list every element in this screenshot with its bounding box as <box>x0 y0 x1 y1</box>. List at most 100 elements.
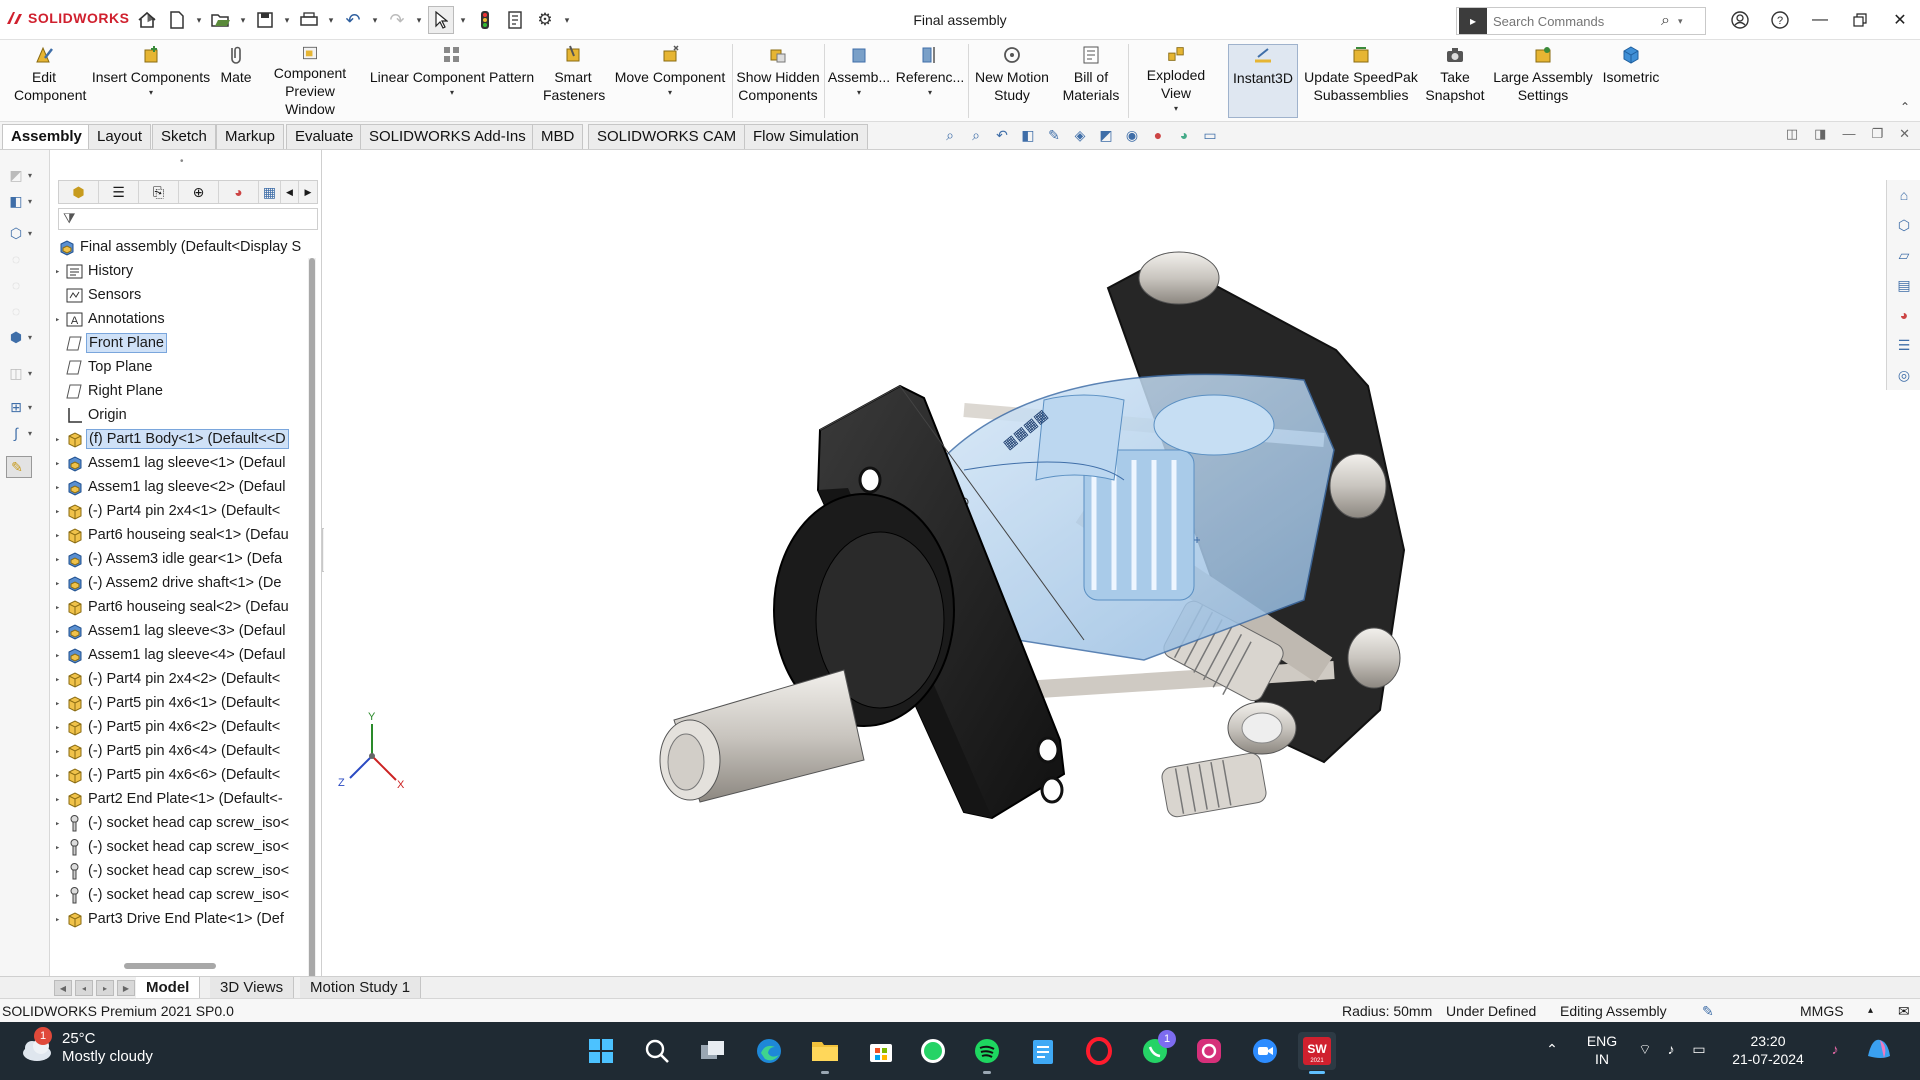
gear-pump-assembly-model[interactable]: ▦▦▦▦ Y X Z <box>324 150 1886 976</box>
tree-item[interactable]: ▸ (-) socket head cap screw_iso< <box>56 884 306 906</box>
expand-arrow-icon[interactable]: ▸ <box>56 428 62 450</box>
wifi-icon[interactable]: ⌔ <box>1634 1040 1656 1058</box>
close-icon[interactable]: ✕ <box>1880 0 1920 40</box>
tab-flow-simulation[interactable]: Flow Simulation <box>744 124 868 149</box>
update-speedpak-button[interactable]: Update SpeedPak Subassemblies <box>1300 44 1422 118</box>
battery-icon[interactable]: ▭ <box>1686 1040 1712 1058</box>
display-manager-tab-icon[interactable]: ◕ <box>219 181 259 203</box>
expand-arrow-icon[interactable]: ▸ <box>56 812 62 834</box>
expand-arrow-icon[interactable]: ▸ <box>56 860 62 882</box>
edit-appearance-icon[interactable]: ● <box>1148 125 1168 145</box>
expand-arrow-icon[interactable]: ▸ <box>56 572 62 594</box>
tree-root-final-assembly[interactable]: Final assembly (Default<Display S <box>56 236 306 258</box>
expand-arrow-icon[interactable]: ▸ <box>56 836 62 858</box>
expand-arrow-icon[interactable]: ▸ <box>56 740 62 762</box>
configuration-manager-tab-icon[interactable]: ⎘ <box>139 181 179 203</box>
tree-item[interactable]: ▸ Part3 Drive End Plate<1> (Def <box>56 908 306 930</box>
tree-item[interactable]: ▸ Assem1 lag sleeve<1> (Defaul <box>56 452 306 474</box>
restore-pane-icon[interactable]: ❐ <box>1871 126 1883 142</box>
tree-item[interactable]: Top Plane <box>56 356 306 378</box>
property-manager-tab-icon[interactable]: ☰ <box>99 181 139 203</box>
isometric-button[interactable]: Isometric <box>1596 44 1666 118</box>
insert-components-button[interactable]: Insert Components ▾ <box>88 44 214 118</box>
minimize-icon[interactable]: — <box>1800 0 1840 40</box>
hide-show-items-icon[interactable]: ◉ <box>1122 125 1142 145</box>
strip-tool-7[interactable]: ⬢ ▾ <box>6 326 42 348</box>
apply-scene-icon[interactable]: ◕ <box>1174 125 1194 145</box>
search-taskbar-icon[interactable] <box>638 1032 676 1070</box>
expand-arrow-icon[interactable]: ▸ <box>56 260 62 282</box>
strip-tool-11[interactable]: ✎ <box>6 456 32 478</box>
tree-item[interactable]: ▸ Part2 End Plate<1> (Default<- <box>56 788 306 810</box>
whatsapp-business-icon[interactable] <box>914 1032 952 1070</box>
tree-filter[interactable]: ⧩ <box>58 208 318 230</box>
zoom-to-fit-icon[interactable]: ⌕ <box>940 125 960 145</box>
minimize-pane-icon[interactable]: — <box>1842 126 1855 142</box>
tab-solidworks-add-ins[interactable]: SOLIDWORKS Add-Ins <box>360 124 535 149</box>
new-document-icon[interactable] <box>164 6 190 34</box>
file-properties-icon[interactable] <box>502 6 528 34</box>
search-commands-input[interactable] <box>1487 9 1657 33</box>
tab-motion-study-1[interactable]: Motion Study 1 <box>300 977 422 999</box>
tree-item[interactable]: Sensors <box>56 284 306 306</box>
expand-arrow-icon[interactable]: ▸ <box>56 548 62 570</box>
reference-geometry-dropdown-icon[interactable]: ▾ <box>928 84 932 102</box>
tabs-scroll-right-icon[interactable]: ▶ <box>299 181 317 203</box>
tab-3d-views[interactable]: 3D Views <box>210 977 295 999</box>
solidworks-logo[interactable]: SOLIDWORKS ▶ <box>6 10 155 26</box>
tree-item[interactable]: Right Plane <box>56 380 306 402</box>
show-hidden-icons-icon[interactable]: ⌃ <box>1540 1040 1564 1058</box>
edge-browser-icon[interactable] <box>750 1032 788 1070</box>
rebuild-traffic-light-icon[interactable] <box>472 6 498 34</box>
next-tab-icon[interactable]: ▸ <box>96 980 114 996</box>
reference-geometry-button[interactable]: Referenc... ▾ <box>894 44 966 118</box>
tree-item[interactable]: ▸ Assem1 lag sleeve<3> (Defaul <box>56 620 306 642</box>
custom-properties-icon[interactable]: ☰ <box>1893 334 1915 356</box>
expand-arrow-icon[interactable]: ▸ <box>56 644 62 666</box>
search-commands-box[interactable]: ▸ ⌕ ▾ <box>1456 7 1706 35</box>
search-icon[interactable]: ⌕ <box>1661 12 1670 30</box>
expand-arrow-icon[interactable]: ▸ <box>56 884 62 906</box>
open-folder-icon[interactable] <box>208 6 234 34</box>
select-dropdown-icon[interactable]: ▾ <box>458 6 468 34</box>
tab-sketch[interactable]: Sketch <box>152 124 216 149</box>
expand-arrow-icon[interactable]: ▸ <box>56 308 62 330</box>
save-icon[interactable] <box>252 6 278 34</box>
strip-tool-8[interactable]: ◫ ▾ <box>6 362 42 384</box>
display-style-icon[interactable]: ◩ <box>1096 125 1116 145</box>
task-view-icon[interactable] <box>694 1032 732 1070</box>
options-dropdown-icon[interactable]: ▾ <box>562 6 572 34</box>
expand-arrow-icon[interactable]: ▸ <box>56 452 62 474</box>
instagram-icon[interactable] <box>1190 1032 1228 1070</box>
exploded-view-button[interactable]: Exploded View ▾ <box>1130 44 1222 118</box>
expand-arrow-icon[interactable]: ▸ <box>56 908 62 930</box>
tree-item[interactable]: Front Plane <box>56 332 306 354</box>
expand-arrow-icon[interactable]: ▸ <box>56 596 62 618</box>
view-palette-icon[interactable]: ▤ <box>1893 274 1915 296</box>
tree-item[interactable]: ▸ (-) Assem3 idle gear<1> (Defa <box>56 548 306 570</box>
unit-system[interactable]: MMGS <box>1800 999 1844 1023</box>
tree-item[interactable]: ▸ Assem1 lag sleeve<2> (Defaul <box>56 476 306 498</box>
tree-item[interactable]: ▸ (-) Part4 pin 2x4<2> (Default< <box>56 668 306 690</box>
linear-pattern-dropdown-icon[interactable]: ▾ <box>450 84 454 102</box>
view-settings-icon[interactable]: ▭ <box>1200 125 1220 145</box>
drive-shaft-part[interactable] <box>659 493 955 803</box>
tree-item[interactable]: Origin <box>56 404 306 426</box>
spotify-icon[interactable] <box>968 1032 1006 1074</box>
feature-tree-tab-icon[interactable]: ⬢ <box>59 181 99 203</box>
tree-scroll-thumb[interactable] <box>309 258 315 998</box>
bill-of-materials-button[interactable]: Bill of Materials <box>1056 44 1126 118</box>
units-dropdown-icon[interactable]: ▴ <box>1868 999 1873 1023</box>
whatsapp-icon[interactable]: 1 <box>1136 1030 1176 1070</box>
status-settings-icon[interactable]: ✉ <box>1898 999 1910 1023</box>
redo-icon[interactable]: ↷ <box>384 6 410 34</box>
split-view-icon[interactable]: ◫ <box>1786 126 1798 142</box>
prev-tab-icon[interactable]: ◂ <box>75 980 93 996</box>
tab-layout[interactable]: Layout <box>88 124 152 149</box>
tree-item[interactable]: ▸ Assem1 lag sleeve<4> (Defaul <box>56 644 306 666</box>
help-icon[interactable]: ? <box>1760 0 1800 40</box>
save-dropdown-icon[interactable]: ▾ <box>282 6 292 34</box>
assembly-features-dropdown-icon[interactable]: ▾ <box>857 84 861 102</box>
tree-item[interactable]: ▸ (f) Part1 Body<1> (Default<<D <box>56 428 306 450</box>
tree-item[interactable]: ▸ (-) Part5 pin 4x6<4> (Default< <box>56 740 306 762</box>
